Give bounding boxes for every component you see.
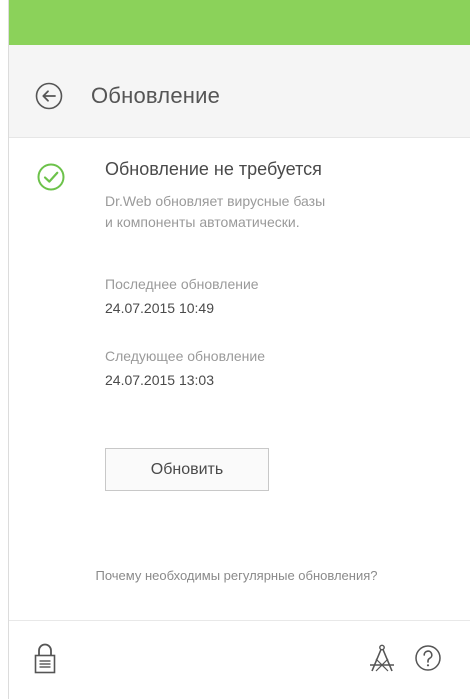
- why-updates-link[interactable]: Почему необходимы регулярные обновления?: [9, 568, 464, 583]
- last-update-value: 24.07.2015 10:49: [105, 300, 214, 316]
- brand-top-bar: [9, 0, 470, 45]
- next-update-value: 24.07.2015 13:03: [105, 372, 214, 388]
- page-title: Обновление: [91, 83, 221, 108]
- question-circle-icon: [415, 645, 441, 671]
- window-left-edge: [0, 0, 9, 699]
- update-button[interactable]: Обновить: [105, 448, 269, 491]
- status-icon-wrap: [36, 162, 66, 192]
- page-header: Обновление: [9, 45, 470, 138]
- check-circle-icon: [37, 163, 65, 191]
- arrow-left-circle-icon: [35, 82, 63, 110]
- help-button[interactable]: [414, 644, 442, 672]
- update-window: Обновление Обновление не требуется Dr.We…: [0, 0, 470, 699]
- status-title: Обновление не требуется: [105, 159, 322, 179]
- footer-bar: [9, 620, 470, 699]
- back-button[interactable]: [34, 81, 64, 111]
- status-description-line-1: Dr.Web обновляет вирусные базы: [105, 193, 326, 209]
- status-description-line-2: и компоненты автоматически.: [105, 214, 300, 230]
- padlock-icon: [34, 643, 56, 674]
- tools-button[interactable]: [367, 643, 397, 675]
- last-update-label: Последнее обновление: [105, 276, 259, 292]
- compass-tools-icon: [370, 644, 394, 672]
- lock-button[interactable]: [33, 641, 57, 675]
- status-description: Dr.Web обновляет вирусные базы и компоне…: [105, 191, 425, 233]
- next-update-label: Следующее обновление: [105, 348, 265, 364]
